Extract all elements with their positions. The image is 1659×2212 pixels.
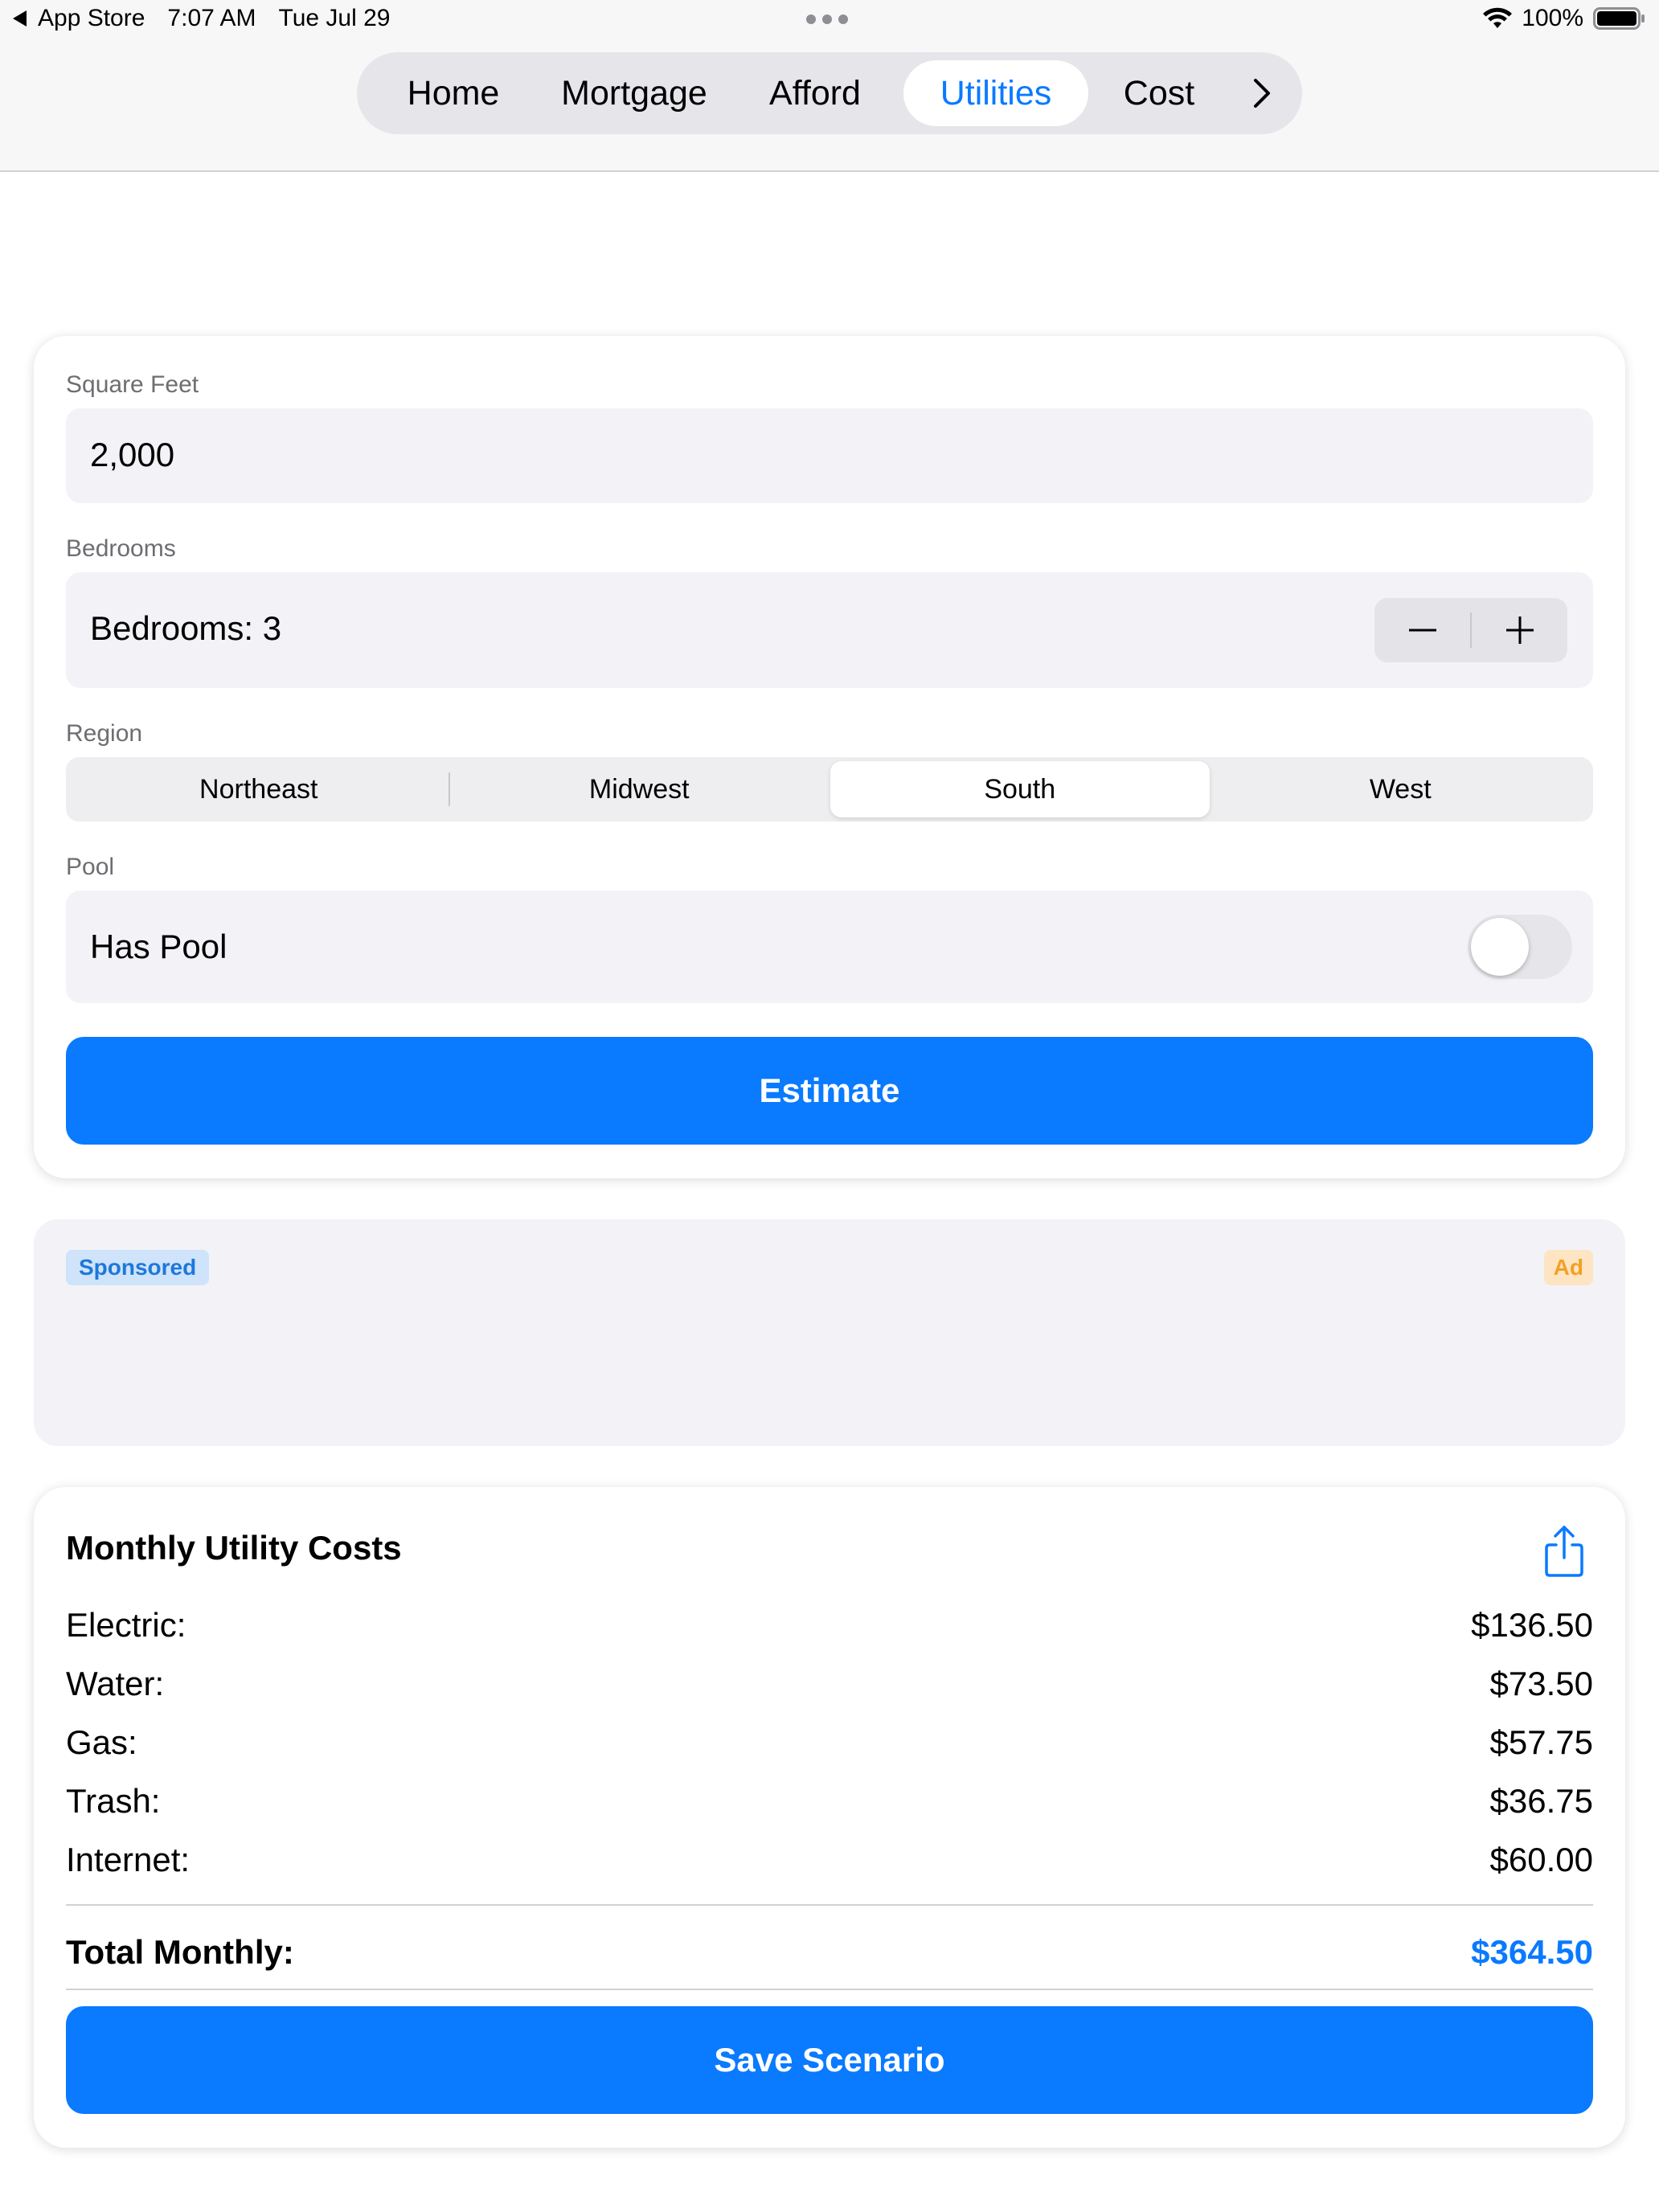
decrement-button[interactable]: [1374, 598, 1470, 662]
bedrooms-label: Bedrooms: [66, 535, 176, 562]
battery-icon: [1593, 7, 1645, 30]
tab-cost[interactable]: Cost: [1088, 60, 1230, 126]
ad-badge: Ad: [1543, 1250, 1593, 1285]
region-south[interactable]: South: [830, 761, 1210, 817]
trash-value: $36.75: [1489, 1782, 1593, 1820]
tab-afford[interactable]: Afford: [727, 60, 903, 126]
electric-row: Electric: $136.50: [66, 1606, 1593, 1645]
bedrooms-value: Bedrooms: 3: [90, 609, 282, 647]
results-card: Monthly Utility Costs Electric: $136.50 …: [34, 1487, 1625, 2148]
tabs-more-button[interactable]: [1230, 77, 1294, 109]
electric-value: $136.50: [1471, 1606, 1593, 1644]
results-title: Monthly Utility Costs: [66, 1529, 402, 1567]
internet-row: Internet: $60.00: [66, 1841, 1593, 1879]
tab-mortgage[interactable]: Mortgage: [542, 60, 727, 126]
region-northeast[interactable]: Northeast: [69, 761, 449, 817]
save-scenario-button[interactable]: Save Scenario: [66, 2006, 1593, 2114]
internet-value: $60.00: [1489, 1841, 1593, 1878]
top-navigation: Home Mortgage Afford Utilities Cost: [0, 42, 1659, 172]
chevron-right-icon: [1254, 79, 1270, 108]
status-date: Tue Jul 29: [278, 5, 391, 31]
has-pool-toggle[interactable]: [1468, 915, 1572, 979]
water-label: Water:: [66, 1665, 165, 1702]
tab-home[interactable]: Home: [365, 60, 542, 126]
tab-bar: Home Mortgage Afford Utilities Cost: [357, 52, 1302, 134]
square-feet-input[interactable]: 2,000: [66, 408, 1593, 503]
share-icon[interactable]: [1542, 1524, 1587, 1579]
region-label: Region: [66, 720, 143, 747]
plus-icon: [1505, 616, 1534, 644]
sponsored-ad-banner[interactable]: Sponsored Ad: [34, 1219, 1625, 1446]
utility-input-card: Square Feet 2,000 Bedrooms Bedrooms: 3 R…: [34, 336, 1625, 1178]
toggle-knob: [1471, 918, 1529, 976]
trash-row: Trash: $36.75: [66, 1782, 1593, 1821]
multitasking-dots-icon[interactable]: [806, 14, 848, 24]
region-midwest[interactable]: Midwest: [450, 761, 830, 817]
sponsored-badge: Sponsored: [66, 1250, 210, 1285]
region-west[interactable]: West: [1211, 761, 1591, 817]
square-feet-label: Square Feet: [66, 371, 199, 398]
tab-utilities[interactable]: Utilities: [903, 60, 1088, 126]
status-time: 7:07 AM: [167, 5, 256, 31]
bedrooms-stepper: [1374, 598, 1567, 662]
pool-label: Pool: [66, 854, 115, 880]
back-app-label[interactable]: App Store: [38, 5, 145, 32]
water-value: $73.50: [1489, 1665, 1593, 1702]
electric-label: Electric:: [66, 1606, 186, 1644]
has-pool-label: Has Pool: [90, 928, 227, 965]
status-left[interactable]: App Store 7:07 AM Tue Jul 29: [13, 5, 412, 32]
total-value: $364.50: [1471, 1933, 1593, 1971]
battery-percent: 100%: [1522, 5, 1583, 31]
total-label: Total Monthly:: [66, 1933, 294, 1971]
region-segmented-control: Northeast Midwest South West: [66, 757, 1593, 821]
estimate-button[interactable]: Estimate: [66, 1037, 1593, 1145]
water-row: Water: $73.50: [66, 1665, 1593, 1703]
gas-value: $57.75: [1489, 1723, 1593, 1761]
minus-icon: [1408, 629, 1436, 632]
total-row: Total Monthly: $364.50: [66, 1933, 1593, 1972]
bedrooms-field: Bedrooms: 3: [66, 572, 1593, 688]
back-arrow-icon[interactable]: [13, 10, 27, 27]
gas-row: Gas: $57.75: [66, 1723, 1593, 1762]
wifi-icon: [1483, 7, 1513, 28]
status-bar: App Store 7:07 AM Tue Jul 29 100%: [0, 0, 1659, 42]
total-divider-bottom: [66, 1989, 1593, 1990]
status-right: 100%: [1481, 5, 1646, 32]
increment-button[interactable]: [1472, 598, 1567, 662]
trash-label: Trash:: [66, 1782, 161, 1820]
total-divider-top: [66, 1904, 1593, 1906]
square-feet-value: 2,000: [90, 436, 175, 473]
pool-field: Has Pool: [66, 891, 1593, 1003]
gas-label: Gas:: [66, 1723, 137, 1761]
internet-label: Internet:: [66, 1841, 190, 1878]
